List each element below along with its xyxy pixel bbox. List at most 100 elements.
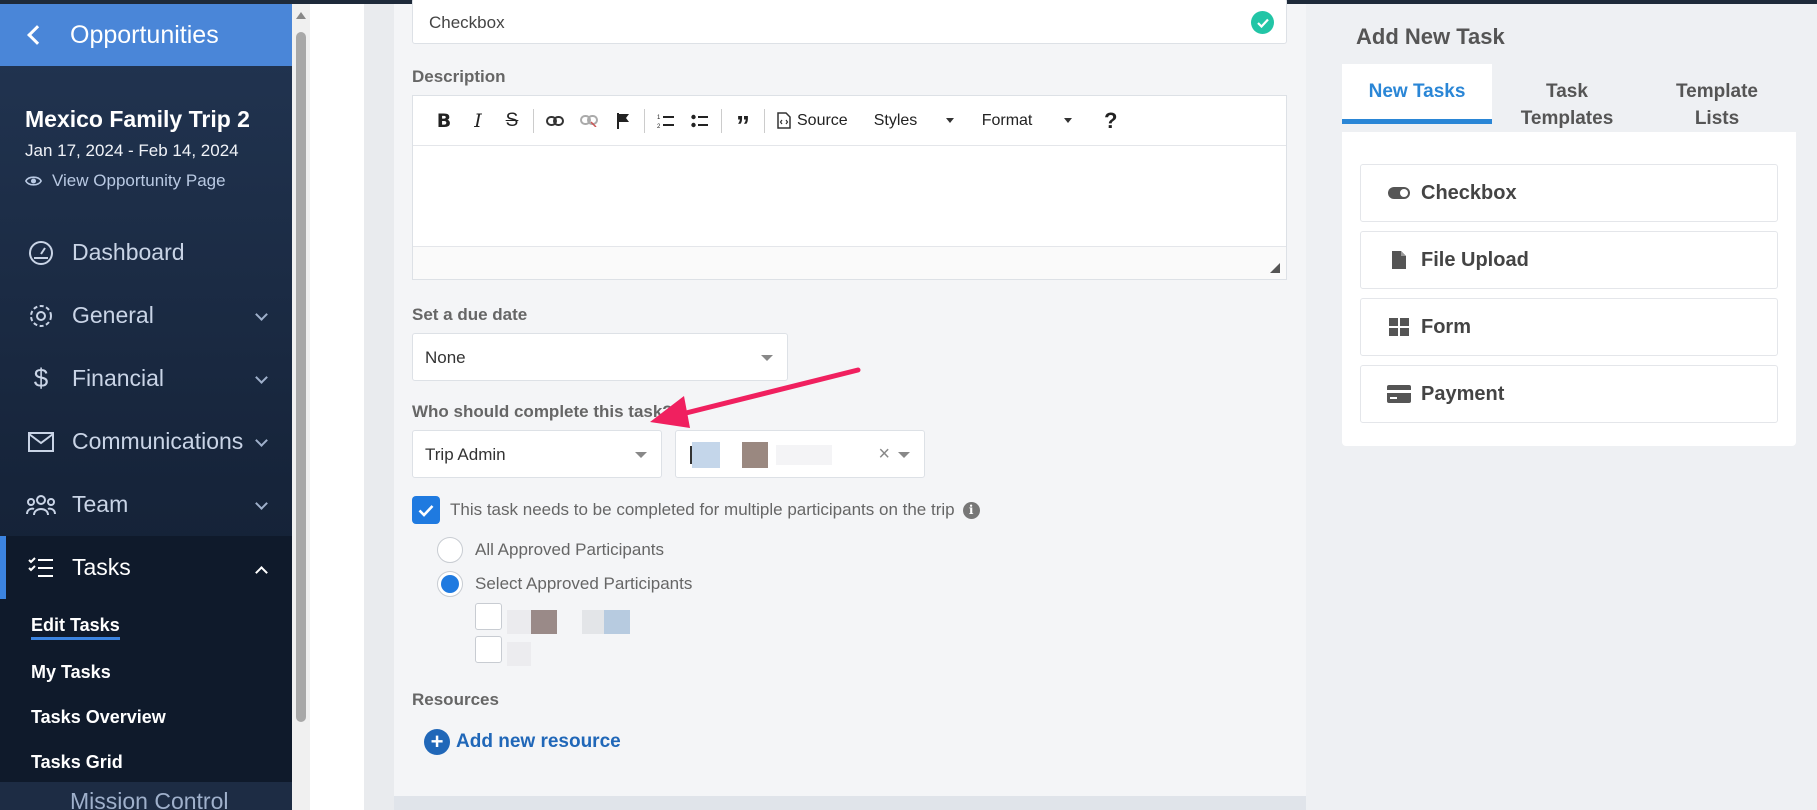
radio-label: Select Approved Participants xyxy=(475,574,693,593)
format-dropdown[interactable]: Format xyxy=(972,112,1082,130)
content-gutter-shade xyxy=(364,4,394,810)
caret-down-icon xyxy=(761,355,773,361)
sidebar-item-mission-control[interactable]: Mission Control xyxy=(0,782,312,810)
radio-button[interactable] xyxy=(437,537,463,563)
submenu-edit-tasks[interactable]: Edit Tasks xyxy=(31,605,292,650)
bold-icon[interactable]: B xyxy=(427,104,461,138)
task-type-checkbox[interactable]: Checkbox xyxy=(1360,164,1778,222)
toolbar-divider xyxy=(533,108,534,133)
strikethrough-icon[interactable]: S xyxy=(495,104,529,138)
sidebar: Opportunities Mexico Family Trip 2 Jan 1… xyxy=(0,4,292,810)
task-title-value: Checkbox xyxy=(429,13,505,32)
task-type-file-upload[interactable]: File Upload xyxy=(1360,231,1778,289)
help-icon[interactable]: ? xyxy=(1094,104,1128,138)
task-type-label: Payment xyxy=(1421,382,1505,405)
styles-dropdown[interactable]: Styles xyxy=(864,112,964,130)
eye-icon xyxy=(25,176,42,186)
back-to-opportunities[interactable]: Opportunities xyxy=(0,4,292,66)
redacted-name xyxy=(742,442,768,468)
submenu-tasks-grid[interactable]: Tasks Grid xyxy=(31,740,292,785)
trip-dates: Jan 17, 2024 - Feb 14, 2024 xyxy=(25,141,239,160)
flag-anchor-icon[interactable] xyxy=(606,104,640,138)
sidebar-nav: Dashboard General $ Financial Communicat… xyxy=(0,221,292,789)
tab-bar: New Tasks Task Templates Template Lists xyxy=(1342,64,1796,132)
unlink-icon[interactable] xyxy=(572,104,606,138)
gear-icon xyxy=(26,301,56,331)
multiple-participants-checkbox[interactable] xyxy=(412,496,440,524)
task-title-input[interactable]: Checkbox xyxy=(412,0,1287,44)
sidebar-item-label: Dashboard xyxy=(72,239,185,265)
submenu-tasks-overview[interactable]: Tasks Overview xyxy=(31,695,292,740)
sidebar-item-team[interactable]: Team xyxy=(0,473,292,536)
tab-label: Task Templates xyxy=(1520,81,1614,129)
radio-all-approved[interactable]: All Approved Participants xyxy=(437,537,664,563)
sidebar-item-communications[interactable]: Communications xyxy=(0,410,292,473)
chevron-down-icon xyxy=(255,434,268,447)
resources-label: Resources xyxy=(412,690,499,709)
task-type-form[interactable]: Form xyxy=(1360,298,1778,356)
participant-checkbox[interactable] xyxy=(475,603,502,630)
radio-button-selected[interactable] xyxy=(437,571,463,597)
tab-label: Template Lists xyxy=(1675,81,1758,129)
caret-down-icon xyxy=(945,118,954,123)
tasks-submenu: Edit Tasks My Tasks Tasks Overview Tasks… xyxy=(0,599,292,789)
submenu-label: Tasks Overview xyxy=(31,707,166,727)
clear-icon[interactable]: × xyxy=(878,443,890,466)
tab-label: New Tasks xyxy=(1368,81,1466,102)
toggle-icon xyxy=(1387,181,1411,205)
description-editor: B I S 12 ” Source Styles Format ? xyxy=(412,95,1287,280)
tab-template-lists[interactable]: Template Lists xyxy=(1642,64,1792,132)
envelope-icon xyxy=(26,427,56,457)
view-opportunity-link[interactable]: View Opportunity Page xyxy=(25,171,292,191)
task-type-payment[interactable]: Payment xyxy=(1360,365,1778,423)
sidebar-item-label: Mission Control xyxy=(70,788,229,810)
link-icon[interactable] xyxy=(538,104,572,138)
scroll-thumb[interactable] xyxy=(296,32,306,722)
submenu-my-tasks[interactable]: My Tasks xyxy=(31,650,292,695)
multiple-participants-label: This task needs to be completed for mult… xyxy=(450,500,955,519)
scroll-up-arrow-icon[interactable] xyxy=(296,12,306,19)
chevron-up-icon xyxy=(255,566,268,579)
editor-footer xyxy=(413,246,1286,279)
sidebar-item-label: Team xyxy=(72,491,129,517)
tab-new-tasks[interactable]: New Tasks xyxy=(1342,64,1492,124)
form-footer-bar xyxy=(394,796,1306,810)
sidebar-item-dashboard[interactable]: Dashboard xyxy=(0,221,292,284)
redacted-participant xyxy=(507,642,531,666)
participant-checkbox[interactable] xyxy=(475,636,502,663)
blockquote-icon[interactable]: ” xyxy=(726,104,760,141)
resize-grip-icon[interactable] xyxy=(1270,263,1280,273)
redacted-participant xyxy=(604,610,630,634)
editor-content-area[interactable] xyxy=(413,146,1286,246)
italic-icon[interactable]: I xyxy=(461,104,495,138)
trip-name: Mexico Family Trip 2 xyxy=(25,106,250,132)
caret-down-icon xyxy=(1063,118,1072,123)
back-label: Opportunities xyxy=(70,20,219,49)
add-resource-label: Add new resource xyxy=(456,731,621,752)
sidebar-item-tasks[interactable]: Tasks xyxy=(0,536,292,599)
sidebar-item-general[interactable]: General xyxy=(0,284,292,347)
sidebar-item-financial[interactable]: $ Financial xyxy=(0,347,292,410)
redacted-avatar xyxy=(692,442,720,468)
toolbar-divider xyxy=(721,108,722,133)
submenu-label: My Tasks xyxy=(31,662,111,682)
tasks-icon xyxy=(26,553,56,583)
source-button[interactable]: Source xyxy=(769,112,856,130)
redacted-participant xyxy=(531,610,557,634)
chevron-down-icon xyxy=(255,308,268,321)
numbered-list-icon[interactable]: 12 xyxy=(649,104,683,138)
due-date-label: Set a due date xyxy=(412,305,528,324)
radio-select-approved[interactable]: Select Approved Participants xyxy=(437,571,692,597)
assignee-role-select[interactable]: Trip Admin xyxy=(412,430,662,478)
info-icon[interactable]: i xyxy=(962,501,980,519)
description-label: Description xyxy=(412,67,506,86)
source-icon xyxy=(777,112,791,129)
bulleted-list-icon[interactable] xyxy=(683,104,717,138)
trip-info: Mexico Family Trip 2 Jan 17, 2024 - Feb … xyxy=(0,66,292,191)
sidebar-item-label: Communications xyxy=(72,428,244,454)
add-resource-button[interactable]: + Add new resource xyxy=(424,729,621,755)
tab-task-templates[interactable]: Task Templates xyxy=(1492,64,1642,132)
scrollbar[interactable] xyxy=(292,4,310,810)
redacted-participant xyxy=(582,610,604,634)
chevron-left-icon xyxy=(27,25,47,45)
